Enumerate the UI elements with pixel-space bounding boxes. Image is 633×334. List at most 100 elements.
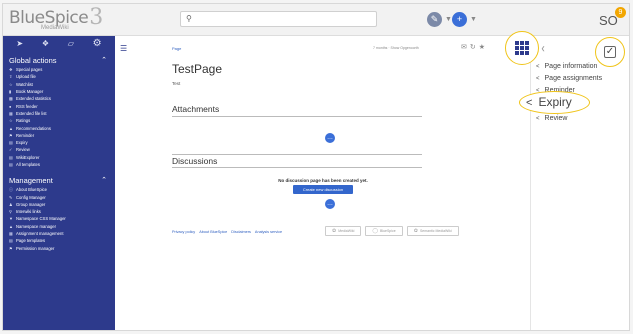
- pencil-icon: ✎: [427, 11, 442, 27]
- grid-icon[interactable]: [515, 41, 529, 55]
- menu-item-icon: ☆: [9, 81, 13, 87]
- flower-icon: ✿: [332, 228, 337, 234]
- menu-item-icon: ▲: [9, 223, 13, 229]
- chevron-left-icon: <: [536, 76, 540, 82]
- sidebar-global-item[interactable]: ✓ Review: [3, 146, 115, 153]
- sidebar-global-item[interactable]: ▤ WikiExplorer: [3, 154, 115, 161]
- menu-item-label: About BlueSpice: [16, 187, 47, 193]
- sidebar-global-item[interactable]: ▮ Book Manager: [3, 88, 115, 95]
- panel-item-page-information[interactable]: < Page information: [536, 63, 597, 70]
- logo-subtitle: MediaWiki: [41, 25, 69, 31]
- panel-item-review[interactable]: < Review: [536, 115, 567, 122]
- create-discussion-button[interactable]: Create new discussion: [293, 185, 353, 194]
- menu-item-icon: ▮: [9, 89, 12, 95]
- sidebar-global-item[interactable]: ☆ Watchlist: [3, 81, 115, 88]
- menu-item-icon: ▦: [9, 110, 13, 116]
- sidebar-management-item[interactable]: ✎ Config Manager: [3, 193, 115, 200]
- management-title: Management: [9, 175, 53, 185]
- semantic-mediawiki-badge[interactable]: ✿ Semantic MediaWiki: [406, 226, 459, 236]
- sidebar-management-item[interactable]: ▼ Namespace CSS Manager: [3, 215, 115, 222]
- sidebar-global-item[interactable]: ▤ Expiry: [3, 139, 115, 146]
- footer-links: Privacy policy About BlueSpice Disclaime…: [172, 230, 282, 234]
- bookmark-icon[interactable]: ❖: [42, 39, 49, 48]
- badge-label: MediaWiki: [338, 229, 355, 233]
- sidebar-management-item[interactable]: ▤ Page templates: [3, 237, 115, 244]
- sidebar-global-item[interactable]: ❖ Special pages: [3, 66, 115, 73]
- mediawiki-badge[interactable]: ✿ MediaWiki: [325, 226, 362, 236]
- menu-item-icon: ▤: [9, 140, 13, 146]
- menu-item-icon: ▲: [9, 125, 13, 131]
- menu-item-icon: ✎: [9, 194, 13, 200]
- management-list: ⓘ About BlueSpice ✎ Config Manager ♟ Group ma…: [3, 186, 115, 252]
- menu-item-label: Permission manager: [16, 245, 55, 251]
- sidebar-global-item[interactable]: ▦ Extended file list: [3, 110, 115, 117]
- menu-item-icon: ▤: [9, 154, 13, 160]
- sidebar-global-item[interactable]: ▤ All templates: [3, 161, 115, 168]
- plus-icon: +: [452, 11, 467, 27]
- sidebar-global-item[interactable]: ● RSS feeder: [3, 102, 115, 109]
- page-tools: ✉↻★: [461, 43, 488, 51]
- sidebar-global-item[interactable]: ☆ Ratings: [3, 117, 115, 124]
- sidebar-toolbar: ➤ ❖ ▱ ⚙: [3, 36, 115, 50]
- sidebar-global-item[interactable]: ▲ Recommendations: [3, 124, 115, 131]
- trash-icon[interactable]: ▱: [68, 39, 74, 48]
- sidebar-management-item[interactable]: ▦ Assignment management: [3, 230, 115, 237]
- sidebar-global-item[interactable]: ⚑ Reminder: [3, 132, 115, 139]
- divider: [172, 154, 422, 155]
- panel-item-label: Expiry: [538, 95, 572, 109]
- global-actions-header[interactable]: Global actions ⌃: [3, 54, 115, 66]
- menu-item-icon: ●: [9, 103, 12, 109]
- footer-link[interactable]: Disclaimers: [231, 230, 251, 234]
- panel-item-expiry[interactable]: < Expiry: [526, 95, 572, 109]
- sidebar-management-item[interactable]: ⓘ About BlueSpice: [3, 186, 115, 193]
- notification-badge[interactable]: 9: [615, 7, 626, 18]
- more-icon[interactable]: …: [325, 199, 335, 209]
- panel-item-page-assignments[interactable]: < Page assignments: [536, 75, 602, 82]
- bluespice-badge[interactable]: ◯ BlueSpice: [365, 226, 403, 236]
- sidebar-management-item[interactable]: ⚑ Permission manager: [3, 245, 115, 252]
- sidebar-management-item[interactable]: ⚲ Interwiki links: [3, 208, 115, 215]
- chevron-left-icon: <: [536, 116, 540, 122]
- footer-link[interactable]: About BlueSpice: [199, 230, 227, 234]
- checkbox-icon[interactable]: ✓: [604, 46, 616, 58]
- global-actions-title: Global actions: [9, 55, 57, 65]
- footer-link[interactable]: Analysis service: [255, 230, 282, 234]
- menu-item-icon: ♟: [9, 201, 13, 207]
- history-icon[interactable]: ↻: [470, 44, 479, 51]
- page-title: TestPage: [172, 62, 223, 76]
- add-menu-button[interactable]: + ▼: [452, 10, 477, 28]
- management-header[interactable]: Management ⌃: [3, 174, 115, 186]
- page-body: Test: [172, 81, 181, 86]
- menu-item-label: Expiry: [16, 140, 28, 146]
- menu-item-label: Extended statistics: [16, 96, 51, 102]
- highlight-circle: [505, 31, 539, 65]
- pin-icon[interactable]: ➤: [16, 39, 23, 48]
- menu-item-label: Config Manager: [16, 194, 46, 200]
- breadcrumb[interactable]: Page: [172, 46, 181, 51]
- search-input[interactable]: ⚲: [180, 11, 377, 27]
- chat-icon[interactable]: ✉: [461, 44, 470, 51]
- sidebar-global-item[interactable]: ⇧ Upload file: [3, 73, 115, 80]
- star-icon[interactable]: ★: [479, 44, 488, 51]
- footer-link[interactable]: Privacy policy: [172, 230, 195, 234]
- sidebar-management-item[interactable]: ♟ Group manager: [3, 201, 115, 208]
- menu-item-icon: ▦: [9, 231, 13, 237]
- menu-icon[interactable]: ☰: [120, 44, 127, 53]
- chevron-down-icon: ▼: [470, 15, 477, 23]
- author-info: 7 months · Show Opgenoorth: [373, 46, 419, 50]
- sidebar-global-item[interactable]: ▩ Extended statistics: [3, 95, 115, 102]
- menu-item-label: Book Manager: [16, 89, 44, 95]
- flower-icon: ✿: [413, 228, 418, 234]
- more-icon[interactable]: …: [325, 133, 335, 143]
- menu-item-icon: ❖: [9, 67, 13, 73]
- sidebar-management-item[interactable]: ▲ Namespace manager: [3, 223, 115, 230]
- global-actions-list: ❖ Special pages ⇧ Upload file ☆ Watchlist ▮ Boo…: [3, 66, 115, 168]
- menu-item-label: Upload file: [16, 74, 36, 80]
- chevron-left-icon: <: [536, 64, 540, 70]
- logo[interactable]: BlueSpice 3 MediaWiki: [9, 7, 103, 33]
- create-menu-button[interactable]: ✎ ▼: [427, 10, 452, 28]
- menu-item-icon: ⓘ: [9, 186, 13, 192]
- attachments-title: Attachments: [172, 104, 220, 114]
- gear-icon[interactable]: ⚙: [93, 38, 102, 49]
- highlight-circle: ✓: [595, 37, 625, 67]
